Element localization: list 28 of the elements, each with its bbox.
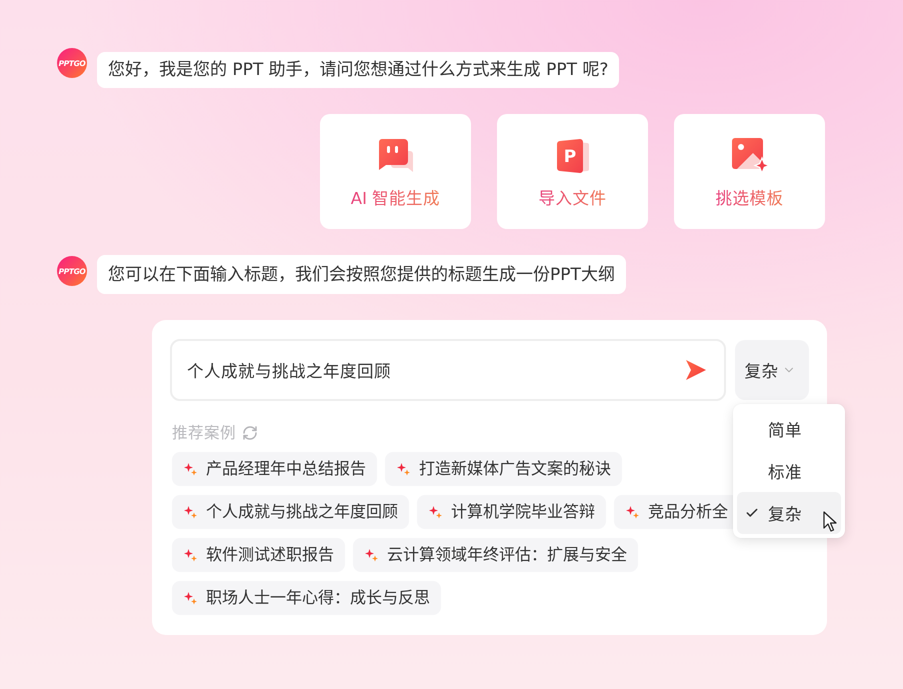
sparkle-icon	[184, 548, 197, 562]
sparkle-icon	[626, 506, 639, 518]
suggestion-chip[interactable]: 计算机学院毕业答辩	[417, 495, 606, 529]
suggestion-chip[interactable]: 产品经理年中总结报告	[172, 452, 377, 486]
send-button[interactable]	[686, 360, 706, 380]
mouse-pointer-icon	[823, 511, 838, 532]
title-input[interactable]: 个人成就与挑战之年度回顾	[170, 339, 726, 401]
send-icon	[686, 360, 706, 380]
menu-option[interactable]: 简单	[737, 408, 841, 450]
menu-option[interactable]: 标准	[737, 450, 841, 492]
menu-option[interactable]: 复杂	[737, 492, 841, 534]
assistant-message: 您好，我是您的 PPT 助手，请问您想通过什么方式来生成 PPT 呢?	[97, 52, 620, 88]
suggestion-chip[interactable]: 云计算领域年终评估：扩展与安全	[353, 538, 638, 572]
sparkle-icon	[184, 506, 197, 518]
suggestion-chip[interactable]: 职场人士一年心得：成长与反思	[172, 581, 441, 615]
suggestion-chip[interactable]: 个人成就与挑战之年度回顾	[172, 495, 409, 529]
assistant-message: 您可以在下面输入标题，我们会按照您提供的标题生成一份PPT大纲	[97, 255, 626, 294]
sparkle-icon	[397, 462, 410, 476]
suggestion-chip[interactable]: 打造新媒体广告文案的秘诀	[385, 452, 622, 486]
sparkle-icon	[184, 592, 197, 604]
complexity-select[interactable]: 复杂	[735, 340, 809, 400]
suggestions-label: 推荐案例	[172, 423, 236, 444]
refresh-icon[interactable]	[242, 425, 258, 441]
sparkle-icon	[365, 548, 378, 562]
sparkle-icon	[184, 462, 197, 476]
sparkle-icon	[429, 506, 442, 518]
suggestion-chip[interactable]: 软件测试述职报告	[172, 538, 345, 572]
chat-bubble-icon	[376, 137, 414, 175]
